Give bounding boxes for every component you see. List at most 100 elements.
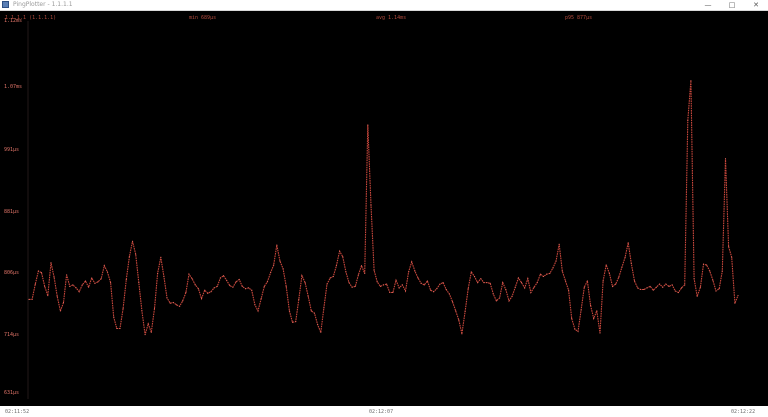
- latency-sample-point: [652, 289, 654, 291]
- latency-sample-point: [630, 262, 632, 264]
- latency-sample-point: [533, 286, 535, 288]
- latency-sample-point: [426, 280, 428, 282]
- app-window: PingPlotter - 1.1.1.1 — □ ✕ 1.1.1.1 (1.1…: [0, 0, 768, 417]
- latency-sample-point: [718, 288, 720, 290]
- latency-sample-point: [593, 318, 595, 319]
- latency-sample-point: [361, 265, 362, 267]
- y-tick-label: 806µs: [4, 270, 20, 276]
- latency-sample-point: [100, 278, 102, 280]
- latency-sample-point: [414, 270, 416, 272]
- latency-sample-point: [681, 287, 682, 289]
- latency-sample-point: [138, 282, 140, 284]
- latency-sample-point: [602, 280, 604, 282]
- latency-plot[interactable]: 1.1.1.1 (1.1.1.1) min 689µs avg 1.14ms p…: [0, 11, 768, 406]
- latency-sample-point: [565, 280, 566, 282]
- latency-sample-point: [590, 305, 592, 306]
- y-tick-label: 714µs: [4, 332, 20, 338]
- close-icon[interactable]: ✕: [744, 0, 768, 10]
- latency-sample-point: [655, 286, 657, 288]
- latency-sample-point: [47, 295, 49, 297]
- latency-sample-point: [530, 292, 532, 293]
- latency-sample-point: [448, 293, 450, 295]
- latency-sample-point: [458, 319, 460, 321]
- latency-sample-point: [543, 276, 544, 277]
- latency-sample-point: [495, 300, 497, 302]
- latency-sample-point: [44, 285, 46, 287]
- latency-sample-point: [207, 292, 209, 294]
- latency-sample-point: [561, 270, 563, 272]
- x-tick-label: 02:12:22: [731, 409, 756, 415]
- latency-sample-point: [175, 304, 177, 306]
- x-tick-label: 02:11:52: [5, 409, 30, 415]
- latency-sample-point: [56, 295, 58, 297]
- latency-sample-point: [323, 307, 325, 309]
- latency-sample-point: [586, 280, 588, 282]
- latency-sample-point: [612, 285, 613, 287]
- latency-sample-point: [699, 286, 701, 288]
- latency-sample-point: [395, 279, 397, 281]
- latency-sample-point: [310, 310, 312, 312]
- latency-sample-point: [411, 261, 413, 263]
- latency-sample-point: [245, 288, 246, 290]
- latency-sample-point: [119, 328, 121, 329]
- latency-sample-point: [737, 295, 739, 297]
- latency-sample-point: [546, 273, 548, 275]
- latency-sample-point: [72, 284, 74, 286]
- latency-sample-point: [618, 276, 620, 278]
- latency-sample-point: [154, 308, 155, 310]
- latency-sample-point: [260, 298, 262, 300]
- latency-sample-point: [646, 287, 648, 289]
- latency-sample-point: [549, 272, 551, 274]
- latency-sample-point: [88, 286, 90, 288]
- latency-sample-point: [690, 80, 692, 82]
- latency-sample-point: [483, 282, 485, 284]
- latency-sample-point: [37, 270, 39, 272]
- latency-sample-point: [201, 298, 202, 300]
- latency-sample-point: [596, 310, 598, 312]
- latency-sample-point: [364, 272, 366, 274]
- latency-sample-point: [248, 287, 250, 289]
- p95-stat: p95 877µs: [565, 15, 593, 21]
- latency-sample-point: [417, 277, 419, 279]
- latency-sample-point: [128, 256, 130, 258]
- latency-sample-point: [517, 277, 519, 279]
- latency-sample-point: [389, 292, 391, 293]
- latency-sample-point: [709, 270, 711, 272]
- title-bar[interactable]: PingPlotter - 1.1.1.1 — □ ✕: [0, 0, 768, 11]
- latency-sample-point: [135, 253, 137, 255]
- minimize-icon[interactable]: —: [696, 0, 720, 10]
- latency-sample-point: [442, 282, 444, 284]
- latency-sample-point: [659, 283, 661, 285]
- latency-sample-point: [725, 158, 726, 160]
- latency-sample-point: [94, 282, 96, 284]
- latency-sample-point: [452, 301, 453, 303]
- latency-sample-point: [235, 281, 237, 283]
- latency-sample-point: [144, 334, 146, 336]
- latency-sample-point: [558, 243, 560, 245]
- latency-sample-point: [568, 289, 570, 291]
- latency-sample-point: [185, 292, 187, 293]
- latency-sample-point: [577, 331, 579, 332]
- latency-sample-point: [383, 284, 384, 286]
- latency-sample-point: [216, 285, 218, 287]
- latency-sample-point: [461, 333, 463, 335]
- latency-sample-point: [75, 287, 77, 289]
- latency-sample-point: [251, 289, 253, 291]
- latency-sample-point: [354, 285, 356, 287]
- latency-sample-point: [420, 282, 422, 284]
- latency-sample-point: [615, 283, 617, 285]
- latency-sample-point: [78, 291, 80, 293]
- latency-sample-point: [182, 300, 184, 302]
- latency-sample-point: [270, 272, 272, 274]
- maximize-icon[interactable]: □: [720, 0, 744, 10]
- latency-sample-point: [712, 279, 714, 281]
- latency-sample-point: [59, 310, 61, 312]
- latency-sample-point: [81, 284, 83, 286]
- latency-sample-point: [674, 290, 676, 292]
- app-icon: [2, 1, 9, 8]
- latency-sample-point: [63, 302, 64, 303]
- latency-sample-point: [405, 290, 406, 292]
- latency-sample-point: [66, 274, 68, 276]
- latency-sample-point: [169, 302, 171, 304]
- latency-sample-point: [357, 274, 359, 276]
